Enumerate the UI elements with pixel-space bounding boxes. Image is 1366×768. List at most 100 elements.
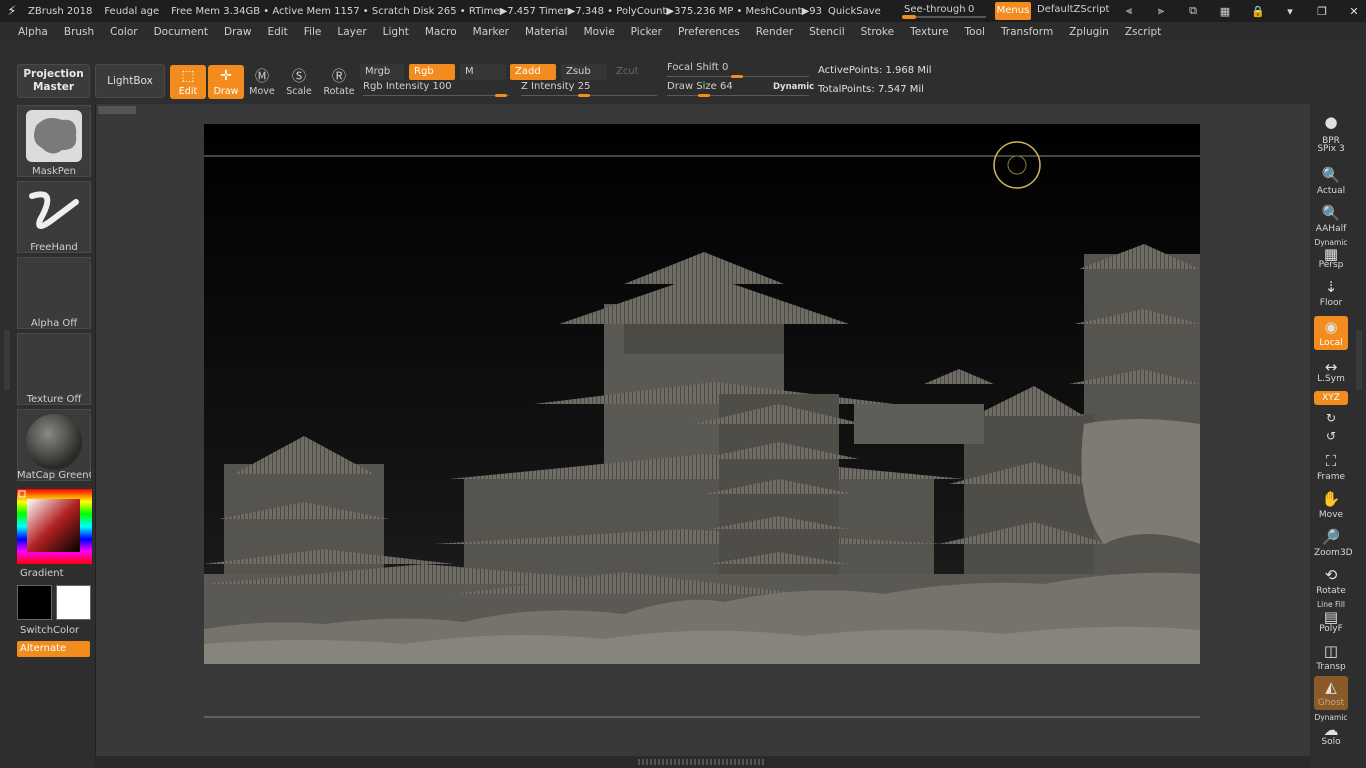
rgb-intensity-knob[interactable] <box>495 94 507 97</box>
menu-color[interactable]: Color <box>110 26 137 38</box>
move-mode-button[interactable]: Ⓜ Move <box>244 65 280 99</box>
rgb-button[interactable]: Rgb <box>409 64 455 80</box>
aahalf-button[interactable]: 🔍 AAHalf <box>1314 202 1348 236</box>
gradient-button[interactable]: Gradient <box>20 568 64 579</box>
menus-toggle-button[interactable]: Menus <box>995 2 1031 20</box>
edit-mode-button[interactable]: ⬚ Edit <box>170 65 206 99</box>
menu-material[interactable]: Material <box>525 26 568 38</box>
menu-tool[interactable]: Tool <box>965 26 985 38</box>
menu-render[interactable]: Render <box>756 26 793 38</box>
see-through-slider[interactable]: See-through 0 <box>898 2 988 20</box>
actual-button[interactable]: 🔍 Actual <box>1314 164 1348 198</box>
menu-movie[interactable]: Movie <box>584 26 615 38</box>
focal-shift-slider[interactable]: Focal Shift 0 <box>667 62 809 78</box>
xyz-label: XYZ <box>1322 393 1340 403</box>
xyz-button[interactable]: XYZ <box>1314 391 1348 405</box>
dynamic-button[interactable]: Dynamic <box>773 82 814 92</box>
menu-macro[interactable]: Macro <box>425 26 457 38</box>
menu-file[interactable]: File <box>304 26 322 38</box>
color-picker[interactable] <box>17 489 92 564</box>
local-button[interactable]: ◉ Local <box>1314 316 1348 350</box>
draw-mode-button[interactable]: ✛ Draw <box>208 65 244 99</box>
focal-shift-label: Focal Shift <box>667 62 719 73</box>
focal-shift-knob[interactable] <box>731 75 743 78</box>
menu-marker[interactable]: Marker <box>473 26 509 38</box>
alternate-button[interactable]: Alternate <box>17 641 90 657</box>
zcut-button[interactable]: Zcut <box>611 64 657 80</box>
layout-swap-icon[interactable]: ⧉ <box>1182 2 1204 20</box>
polyf-button[interactable]: Line Fill ▤ PolyF <box>1314 600 1348 634</box>
frame-button[interactable]: ⛶ Frame <box>1314 450 1348 484</box>
tray-left-icon[interactable]: ⫷ <box>1118 2 1140 20</box>
rotate-view-button[interactable]: ⟲ Rotate <box>1314 564 1348 598</box>
scale-mode-button[interactable]: Ⓢ Scale <box>281 65 317 99</box>
draw-size-knob[interactable] <box>698 94 710 97</box>
ghost-button[interactable]: ◭ Ghost <box>1314 676 1348 710</box>
m-button[interactable]: M <box>460 64 506 80</box>
menu-stroke[interactable]: Stroke <box>861 26 894 38</box>
move-label: Move <box>249 86 275 97</box>
menu-preferences[interactable]: Preferences <box>678 26 740 38</box>
restore-icon[interactable]: ❐ <box>1314 2 1330 20</box>
floor-button[interactable]: ⇣ Floor <box>1314 276 1348 310</box>
rotate-y-button[interactable]: ↻ <box>1314 410 1348 426</box>
z-intensity-slider[interactable]: Z Intensity 25 <box>521 81 657 97</box>
zadd-button[interactable]: Zadd <box>510 64 556 80</box>
see-through-label: See-through <box>904 4 966 15</box>
right-tray-handle[interactable] <box>1356 330 1362 390</box>
z-intensity-value: 25 <box>577 81 591 92</box>
projection-master-button[interactable]: Projection Master <box>17 64 90 98</box>
document-canvas[interactable] <box>204 124 1200 750</box>
persp-icon: ▦ <box>1323 245 1339 263</box>
menu-transform[interactable]: Transform <box>1001 26 1053 38</box>
menu-document[interactable]: Document <box>154 26 208 38</box>
rotate-z-icon: ↺ <box>1325 429 1337 443</box>
lock-icon[interactable]: 🔒 <box>1250 2 1266 20</box>
canvas-scroll-handle[interactable] <box>98 106 136 114</box>
rotate-mode-button[interactable]: Ⓡ Rotate <box>321 65 357 99</box>
quicksave-button[interactable]: QuickSave <box>828 6 881 17</box>
feudal-city-model[interactable] <box>204 124 1200 750</box>
minimize-icon[interactable]: ▾ <box>1282 2 1298 20</box>
bottom-tray-handle[interactable] <box>638 759 766 765</box>
mrgb-button[interactable]: Mrgb <box>360 64 404 80</box>
secondary-color-swatch[interactable] <box>56 585 91 620</box>
close-icon[interactable]: ✕ <box>1346 2 1362 20</box>
rgb-intensity-slider[interactable]: Rgb Intensity 100 <box>363 81 509 97</box>
menu-stencil[interactable]: Stencil <box>809 26 845 38</box>
lightbox-button[interactable]: LightBox <box>95 64 165 98</box>
rotate-z-button[interactable]: ↺ <box>1314 428 1348 444</box>
menu-draw[interactable]: Draw <box>224 26 251 38</box>
move-view-button[interactable]: ✋ Move <box>1314 488 1348 522</box>
persp-label: Persp <box>1318 260 1344 270</box>
default-zscript-button[interactable]: DefaultZScript <box>1037 4 1109 15</box>
left-tray-handle[interactable] <box>4 330 10 390</box>
menu-layer[interactable]: Layer <box>337 26 366 38</box>
local-label: Local <box>1319 338 1343 348</box>
scale-icon: Ⓢ <box>292 69 306 85</box>
color-wheel[interactable] <box>17 489 92 564</box>
z-intensity-knob[interactable] <box>578 94 590 97</box>
menu-light[interactable]: Light <box>383 26 409 38</box>
menu-alpha[interactable]: Alpha <box>18 26 48 38</box>
main-color-swatch[interactable] <box>17 585 52 620</box>
zsub-button[interactable]: Zsub <box>561 64 607 80</box>
see-through-knob[interactable] <box>902 15 916 19</box>
spix-slider[interactable]: SPix 3 <box>1314 144 1348 158</box>
persp-button[interactable]: Dynamic ▦ Persp <box>1314 238 1348 270</box>
menu-texture[interactable]: Texture <box>910 26 948 38</box>
z-intensity-label: Z Intensity <box>521 81 575 92</box>
menu-brush[interactable]: Brush <box>64 26 94 38</box>
solo-button[interactable]: Dynamic ☁ Solo <box>1314 713 1348 749</box>
tray-right-icon[interactable]: ⫸ <box>1150 2 1172 20</box>
menu-zscript[interactable]: Zscript <box>1125 26 1161 38</box>
switchcolor-button[interactable]: SwitchColor <box>20 625 79 636</box>
menu-edit[interactable]: Edit <box>267 26 287 38</box>
menu-bar: Alpha Brush Color Document Draw Edit Fil… <box>0 22 1366 42</box>
layout-menu-icon[interactable]: ▦ <box>1214 2 1236 20</box>
menu-zplugin[interactable]: Zplugin <box>1069 26 1109 38</box>
transp-button[interactable]: ◫ Transp <box>1314 640 1348 674</box>
zoom3d-button[interactable]: 🔎 Zoom3D <box>1314 526 1353 560</box>
lsym-button[interactable]: ↔ L.Sym <box>1314 358 1348 386</box>
menu-picker[interactable]: Picker <box>631 26 662 38</box>
